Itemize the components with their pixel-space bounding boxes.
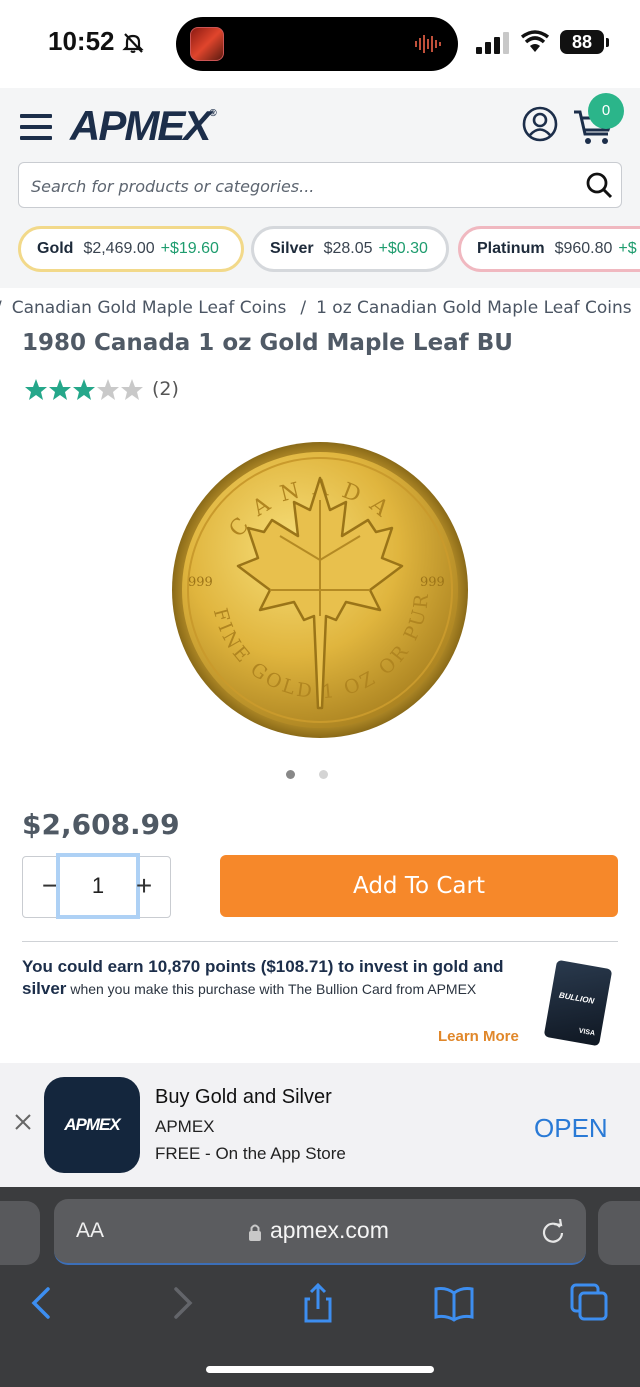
bullion-card-image: BULLION VISA <box>543 959 613 1047</box>
ticker-price: $2,469.00 <box>83 240 155 257</box>
star-empty-icon <box>97 379 119 400</box>
quantity-stepper: − 1 + <box>22 853 171 919</box>
open-app-button[interactable]: OPEN <box>534 1113 608 1144</box>
site-header: APMEX® 0 Gold $2,469.00 +$19.60 Silver $28.… <box>0 88 640 288</box>
status-bar: 10:52 88 <box>0 0 640 88</box>
bookmarks-icon[interactable] <box>434 1283 474 1323</box>
product-image-gold-maple-leaf-coin[interactable]: CANADA FINE GOLD 1 OZ OR PUR 999 999 <box>170 440 470 740</box>
wifi-icon <box>520 30 550 52</box>
logo-registered-mark: ® <box>209 108 217 119</box>
product-price: $2,608.99 <box>22 808 180 841</box>
share-icon[interactable] <box>298 1283 338 1323</box>
next-tab-preview[interactable] <box>598 1201 640 1265</box>
app-icon: APMEX <box>44 1077 140 1173</box>
coin-right-purity: 999 <box>420 575 445 590</box>
add-to-cart-button[interactable]: Add To Cart <box>220 855 618 917</box>
forward-icon[interactable] <box>162 1283 202 1323</box>
bell-slash-icon <box>122 33 144 53</box>
spot-price-tickers: Gold $2,469.00 +$19.60 Silver $28.05 +$0.30 … <box>18 226 640 272</box>
dynamic-island[interactable] <box>176 17 458 71</box>
search-bar <box>18 162 622 208</box>
quantity-input[interactable]: 1 <box>56 853 140 919</box>
review-count[interactable]: (2) <box>152 378 179 400</box>
ticker-name: Platinum <box>477 240 545 257</box>
coin-illustration: CANADA FINE GOLD 1 OZ OR PUR 999 999 <box>172 442 468 738</box>
star-rating[interactable] <box>24 378 144 406</box>
apmex-logo[interactable]: APMEX® <box>70 102 217 150</box>
close-icon[interactable] <box>14 1113 32 1131</box>
battery-nub <box>606 38 609 47</box>
quantity-increment-button[interactable]: + <box>131 872 157 900</box>
address-bar[interactable]: AA apmex.com <box>54 1199 586 1265</box>
breadcrumb: / Canadian Gold Maple Leaf Coins / 1 oz Can… <box>0 298 640 318</box>
ticker-platinum[interactable]: Platinum $960.80 +$ <box>458 226 640 272</box>
url-text: apmex.com <box>270 1217 389 1243</box>
card-network: VISA <box>578 1027 596 1038</box>
star-empty-icon <box>121 379 143 400</box>
carousel-dot-active[interactable] <box>286 770 295 779</box>
menu-icon[interactable] <box>20 114 52 140</box>
previous-tab-preview[interactable] <box>0 1201 40 1265</box>
ticker-name: Gold <box>37 240 74 257</box>
breadcrumb-item-maple-leaf-coins[interactable]: Canadian Gold Maple Leaf Coins <box>12 298 287 318</box>
learn-more-link[interactable]: Learn More <box>438 1028 519 1045</box>
browser-toolbar: AA apmex.com <box>0 1187 640 1387</box>
cart-count-badge: 0 <box>588 93 624 129</box>
ticker-price: $960.80 <box>554 240 613 257</box>
product-title: 1980 Canada 1 oz Gold Maple Leaf BU <box>22 330 513 356</box>
ticker-silver[interactable]: Silver $28.05 +$0.30 <box>251 226 449 272</box>
lock-icon <box>249 1224 261 1241</box>
breadcrumb-separator: / <box>0 298 2 318</box>
ticker-price: $28.05 <box>323 240 373 257</box>
status-time: 10:52 <box>48 26 115 56</box>
logo-text: APMEX <box>70 102 211 149</box>
coin-left-purity: 999 <box>188 575 213 590</box>
cellular-signal-icon <box>476 32 509 54</box>
tabs-icon[interactable] <box>570 1283 610 1323</box>
battery-indicator: 88 <box>560 30 604 54</box>
app-banner-title: Buy Gold and Silver <box>155 1086 332 1108</box>
breadcrumb-separator: / <box>300 298 307 318</box>
now-playing-app-icon <box>190 27 224 61</box>
star-filled-icon <box>73 379 95 400</box>
ticker-change: +$0.30 <box>378 240 428 257</box>
ticker-change: +$ <box>618 240 637 257</box>
divider <box>22 941 618 942</box>
breadcrumb-item-1oz-maple-leaf-coins[interactable]: 1 oz Canadian Gold Maple Leaf Coins <box>316 298 632 318</box>
ticker-change: +$19.60 <box>160 240 219 257</box>
app-banner-price: FREE - On the App Store <box>155 1144 346 1163</box>
search-input[interactable] <box>31 171 571 201</box>
promo-body: when you make this purchase with The Bul… <box>66 981 477 997</box>
ticker-gold[interactable]: Gold $2,469.00 +$19.60 <box>18 226 244 272</box>
reload-icon[interactable] <box>540 1219 566 1245</box>
star-filled-icon <box>49 379 71 400</box>
carousel-dot[interactable] <box>319 770 328 779</box>
bullion-card-promo: You could earn 10,870 points ($108.71) t… <box>22 956 522 1000</box>
back-icon[interactable] <box>22 1283 62 1323</box>
image-carousel-dots <box>286 766 352 784</box>
search-icon[interactable] <box>585 171 613 199</box>
home-indicator[interactable] <box>206 1366 434 1373</box>
account-icon[interactable] <box>522 106 558 142</box>
reader-options-button[interactable]: AA <box>76 1219 104 1243</box>
app-banner-developer: APMEX <box>155 1117 215 1136</box>
audio-waveform-icon <box>415 35 441 53</box>
star-filled-icon <box>25 379 47 400</box>
ticker-name: Silver <box>270 240 314 257</box>
card-label: BULLION <box>558 990 595 1006</box>
smart-app-banner: APMEX Buy Gold and Silver APMEX FREE - O… <box>0 1063 640 1187</box>
